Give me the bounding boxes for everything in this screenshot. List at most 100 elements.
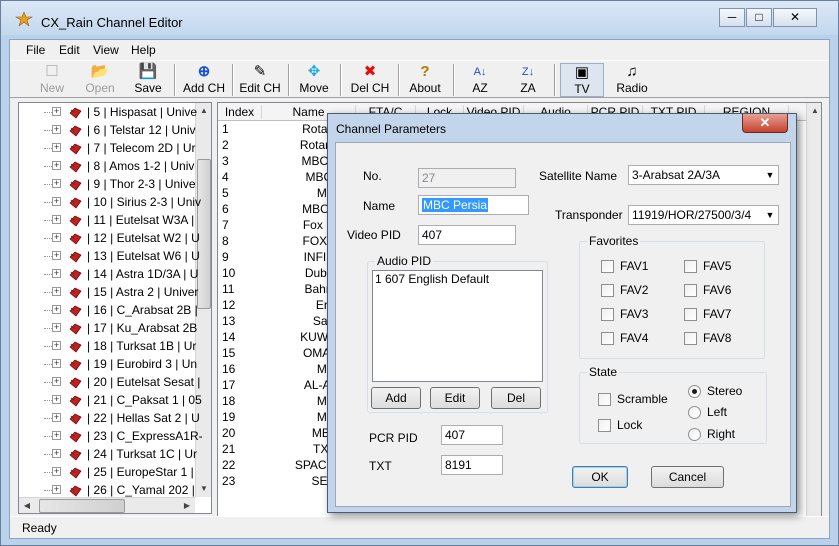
edit-channel-button[interactable]: ✎ Edit CH: [236, 63, 284, 97]
expand-icon[interactable]: +: [52, 269, 61, 278]
tree-item-label: | 23 | C_ExpressA1R-: [87, 429, 203, 443]
radio-toggle-button[interactable]: ♫ Radio: [610, 63, 654, 97]
audio-add-button[interactable]: Add: [371, 387, 421, 409]
tree-item-satellite[interactable]: + | 10 | Sirius 2-3 | Univ: [19, 193, 201, 211]
name-field[interactable]: MBC Persia: [418, 195, 529, 215]
tree-connector: [44, 184, 52, 185]
expand-icon[interactable]: +: [52, 413, 61, 422]
expand-icon[interactable]: +: [52, 179, 61, 188]
tree-item-satellite[interactable]: + | 8 | Amos 1-2 | Univ: [19, 157, 195, 175]
tree-horizontal-scrollbar[interactable]: ◀ ▶: [19, 497, 195, 513]
satellite-icon: [69, 340, 82, 353]
title-bar[interactable]: CX_Rain Channel Editor ─ □ ✕: [1, 1, 838, 35]
audio-edit-button[interactable]: Edit: [430, 387, 480, 409]
status-text: Ready: [22, 521, 57, 535]
menu-file[interactable]: File: [26, 43, 45, 57]
open-button[interactable]: 📂 Open: [80, 63, 120, 97]
expand-icon[interactable]: +: [52, 395, 61, 404]
tree-item-satellite[interactable]: + | 25 | EuropeStar 1 |: [19, 463, 195, 481]
close-button[interactable]: ✕: [773, 8, 817, 27]
expand-icon[interactable]: +: [52, 287, 61, 296]
row-index: 10: [222, 266, 236, 280]
tree-item-satellite[interactable]: + | 26 | C_Yamal 202 |: [19, 481, 195, 499]
expand-icon[interactable]: +: [52, 215, 61, 224]
minimize-button[interactable]: ─: [719, 8, 745, 27]
scroll-up-icon[interactable]: ▲: [807, 103, 821, 119]
pcr-pid-field[interactable]: 407: [441, 425, 503, 445]
expand-icon[interactable]: +: [52, 107, 61, 116]
expand-icon[interactable]: +: [52, 341, 61, 350]
transponder-select[interactable]: 11919/HOR/27500/3/4 ▼: [628, 205, 779, 225]
expand-icon[interactable]: +: [52, 467, 61, 476]
scroll-right-icon[interactable]: ▶: [179, 498, 195, 513]
number-label: No.: [363, 169, 382, 183]
expand-icon[interactable]: +: [52, 125, 61, 134]
tree-hscroll-thumb[interactable]: [39, 499, 125, 513]
expand-icon[interactable]: +: [52, 197, 61, 206]
cancel-button[interactable]: Cancel: [651, 466, 724, 488]
add-channel-button[interactable]: ⊕ Add CH: [180, 63, 228, 97]
expand-icon[interactable]: +: [52, 161, 61, 170]
menu-edit[interactable]: Edit: [59, 43, 80, 57]
music-note-icon: ♫: [626, 63, 638, 80]
expand-icon[interactable]: +: [52, 485, 61, 494]
satellite-name-select[interactable]: 3-Arabsat 2A/3A ▼: [628, 165, 779, 185]
expand-icon[interactable]: +: [52, 377, 61, 386]
tree-connector: [44, 274, 52, 275]
tree-item-satellite[interactable]: + | 11 | Eutelsat W3A |: [19, 211, 195, 229]
tree-item-satellite[interactable]: + | 14 | Astra 1D/3A | U: [19, 265, 198, 283]
scroll-down-icon[interactable]: ▼: [196, 481, 211, 497]
tree-item-satellite[interactable]: + | 24 | Turksat 1C | Ur: [19, 445, 197, 463]
expand-icon[interactable]: +: [52, 431, 61, 440]
column-header[interactable]: Index: [218, 105, 262, 119]
tree-item-satellite[interactable]: + | 22 | Hellas Sat 2 | U: [19, 409, 200, 427]
scroll-up-icon[interactable]: ▲: [196, 103, 211, 119]
scroll-left-icon[interactable]: ◀: [19, 498, 35, 513]
tree-item-satellite[interactable]: + | 7 | Telecom 2D | Ur: [19, 139, 196, 157]
expand-icon[interactable]: +: [52, 143, 61, 152]
list-item[interactable]: 1 607 English Default: [375, 272, 489, 286]
maximize-button[interactable]: □: [746, 8, 772, 27]
about-button[interactable]: ? About: [403, 63, 447, 97]
tree-item-satellite[interactable]: + | 21 | C_Paksat 1 | 05: [19, 391, 202, 409]
tree-item-satellite[interactable]: + | 13 | Eutelsat W6 | U: [19, 247, 200, 265]
tree-item-satellite[interactable]: + | 19 | Eurobird 3 | Un: [19, 355, 197, 373]
menu-view[interactable]: View: [93, 43, 119, 57]
expand-icon[interactable]: +: [52, 359, 61, 368]
tree-item-satellite[interactable]: + | 5 | Hispasat | Unive: [19, 103, 197, 121]
tree-item-satellite[interactable]: + | 6 | Telstar 12 | Univ: [19, 121, 196, 139]
move-button[interactable]: ✥ Move: [294, 63, 334, 97]
tree-item-satellite[interactable]: + | 17 | Ku_Arabsat 2B: [19, 319, 197, 337]
audio-del-button[interactable]: Del: [491, 387, 541, 409]
delete-channel-button[interactable]: ✖ Del CH: [346, 63, 394, 97]
sort-za-button[interactable]: Z↓ ZA: [510, 63, 546, 97]
save-button[interactable]: 💾 Save: [128, 63, 168, 97]
video-pid-field[interactable]: 407: [418, 225, 516, 245]
expand-icon[interactable]: +: [52, 251, 61, 260]
satellite-tree[interactable]: ▲ ▼ ◀ ▶ + | 5 | Hispasat | Unive + | 6 | Te…: [18, 102, 212, 514]
menu-help[interactable]: Help: [131, 43, 156, 57]
tree-item-satellite[interactable]: + | 12 | Eutelsat W2 | U: [19, 229, 200, 247]
tree-item-satellite[interactable]: + | 23 | C_ExpressA1R-: [19, 427, 203, 445]
chevron-down-icon: ▼: [765, 210, 775, 220]
audio-pid-list[interactable]: 1 607 English Default: [372, 270, 543, 382]
expand-icon[interactable]: +: [52, 449, 61, 458]
tree-item-satellite[interactable]: + | 16 | C_Arabsat 2B |: [19, 301, 198, 319]
new-button[interactable]: ☐ New: [32, 63, 72, 97]
tree-item-satellite[interactable]: + | 9 | Thor 2-3 | Unive: [19, 175, 196, 193]
dialog-close-button[interactable]: ✕: [742, 114, 788, 133]
sort-az-button[interactable]: A↓ AZ: [462, 63, 498, 97]
toolbar-separator: [398, 64, 400, 96]
expand-icon[interactable]: +: [52, 233, 61, 242]
grid-vertical-scrollbar[interactable]: ▲▼: [806, 103, 821, 531]
tree-item-satellite[interactable]: + | 18 | Turksat 1B | Ur: [19, 337, 196, 355]
tree-item-satellite[interactable]: + | 20 | Eutelsat Sesat |: [19, 373, 200, 391]
tree-item-label: | 20 | Eutelsat Sesat |: [87, 375, 201, 389]
tv-toggle-button[interactable]: ▣ TV: [560, 63, 604, 97]
tree-item-satellite[interactable]: + | 15 | Astra 2 | Univer: [19, 283, 198, 301]
expand-icon[interactable]: +: [52, 323, 61, 332]
ok-button[interactable]: OK: [572, 466, 628, 488]
satellite-icon: [69, 160, 82, 173]
txt-pid-field[interactable]: 8191: [441, 455, 503, 475]
expand-icon[interactable]: +: [52, 305, 61, 314]
